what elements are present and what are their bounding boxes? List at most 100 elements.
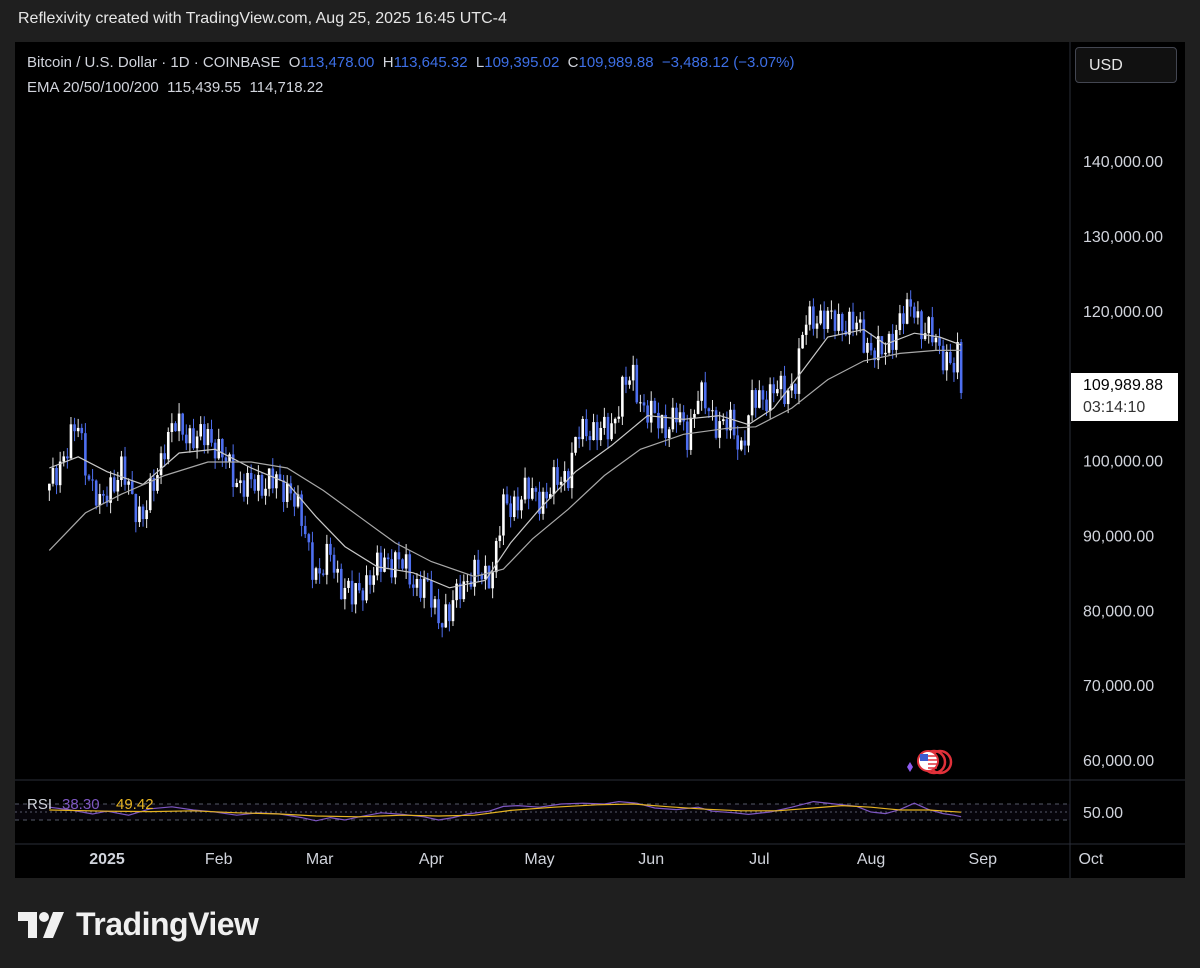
candle-body[interactable] xyxy=(750,390,754,416)
candle-body[interactable] xyxy=(685,421,689,450)
candle-body[interactable] xyxy=(592,422,595,441)
candle-body[interactable] xyxy=(585,418,588,437)
candle-body[interactable] xyxy=(815,323,819,329)
candle-body[interactable] xyxy=(703,382,707,409)
candle-body[interactable] xyxy=(174,423,177,432)
candle-body[interactable] xyxy=(76,427,80,432)
candle-body[interactable] xyxy=(206,429,210,446)
candle-body[interactable] xyxy=(80,427,84,434)
candle-body[interactable] xyxy=(599,427,603,441)
candle-body[interactable] xyxy=(761,390,765,400)
candle-body[interactable] xyxy=(484,565,487,580)
candle-body[interactable] xyxy=(812,306,815,329)
candle-body[interactable] xyxy=(675,407,678,423)
candle-body[interactable] xyxy=(383,557,386,572)
candle-body[interactable] xyxy=(649,400,653,423)
candle-body[interactable] xyxy=(433,599,437,608)
candle-body[interactable] xyxy=(732,409,736,436)
candle-body[interactable] xyxy=(372,575,375,585)
candle-body[interactable] xyxy=(588,436,592,441)
candle-body[interactable] xyxy=(210,429,213,443)
candle-body[interactable] xyxy=(66,456,69,459)
candle-body[interactable] xyxy=(898,313,902,331)
candle-body[interactable] xyxy=(260,474,264,496)
candle-body[interactable] xyxy=(386,557,390,560)
candle-body[interactable] xyxy=(754,390,758,408)
candle-body[interactable] xyxy=(159,453,163,476)
candle-body[interactable] xyxy=(130,481,134,494)
event-star-icon[interactable] xyxy=(907,762,913,772)
candle-body[interactable] xyxy=(350,580,354,605)
candle-body[interactable] xyxy=(314,568,318,580)
candle-body[interactable] xyxy=(73,424,76,432)
candle-body[interactable] xyxy=(912,306,916,318)
candle-body[interactable] xyxy=(808,306,812,325)
candle-body[interactable] xyxy=(783,375,786,405)
candle-body[interactable] xyxy=(512,496,516,518)
candle-body[interactable] xyxy=(87,475,91,480)
candle-body[interactable] xyxy=(192,428,195,449)
candle-body[interactable] xyxy=(822,310,826,329)
candle-body[interactable] xyxy=(801,334,804,349)
candle-body[interactable] xyxy=(307,534,311,543)
candle-body[interactable] xyxy=(758,390,761,408)
candle-body[interactable] xyxy=(714,410,718,438)
candle-body[interactable] xyxy=(267,468,271,489)
candle-body[interactable] xyxy=(48,483,51,491)
candle-body[interactable] xyxy=(397,552,401,560)
candle-body[interactable] xyxy=(98,493,102,506)
candle-body[interactable] xyxy=(949,351,952,363)
candle-body[interactable] xyxy=(69,424,73,459)
candle-body[interactable] xyxy=(332,554,336,573)
candle-body[interactable] xyxy=(577,436,581,440)
candle-body[interactable] xyxy=(707,408,711,412)
candle-body[interactable] xyxy=(711,410,714,412)
candle-body[interactable] xyxy=(84,433,87,476)
candle-body[interactable] xyxy=(430,580,433,608)
price-chart[interactable]: 140,000.00 130,000.00 120,000.00 100,000.00… xyxy=(15,42,1185,878)
candle-body[interactable] xyxy=(747,415,750,446)
candle-body[interactable] xyxy=(253,479,257,491)
candle-body[interactable] xyxy=(642,402,646,406)
candle-body[interactable] xyxy=(166,432,170,460)
candle-body[interactable] xyxy=(563,471,567,482)
candle-body[interactable] xyxy=(880,336,884,355)
candle-body[interactable] xyxy=(595,422,599,441)
candle-body[interactable] xyxy=(343,587,347,600)
chart-panel[interactable]: 140,000.00 130,000.00 120,000.00 100,000.00… xyxy=(15,42,1185,878)
candle-body[interactable] xyxy=(347,580,350,588)
candle-body[interactable] xyxy=(858,319,862,323)
candle-body[interactable] xyxy=(505,494,509,504)
candle-body[interactable] xyxy=(826,310,830,329)
candle-body[interactable] xyxy=(621,376,624,417)
candle-body[interactable] xyxy=(941,345,945,371)
candle-body[interactable] xyxy=(199,424,203,437)
candle-body[interactable] xyxy=(116,480,120,492)
candle-body[interactable] xyxy=(451,600,455,622)
candle-body[interactable] xyxy=(94,480,98,506)
candle-body[interactable] xyxy=(361,590,365,601)
candle-body[interactable] xyxy=(530,488,534,499)
candle-body[interactable] xyxy=(336,568,339,573)
candle-body[interactable] xyxy=(249,472,253,480)
candle-body[interactable] xyxy=(422,578,426,598)
candle-body[interactable] xyxy=(833,310,837,331)
candle-body[interactable] xyxy=(379,552,383,572)
candle-body[interactable] xyxy=(51,467,55,484)
candle-body[interactable] xyxy=(779,375,783,390)
candle-body[interactable] xyxy=(527,477,530,499)
candle-body[interactable] xyxy=(195,436,199,449)
candle-body[interactable] xyxy=(203,424,206,446)
candle-body[interactable] xyxy=(177,413,181,432)
candle-body[interactable] xyxy=(448,604,451,622)
candle-body[interactable] xyxy=(415,579,419,588)
candle-body[interactable] xyxy=(58,461,62,486)
candle-body[interactable] xyxy=(923,333,927,340)
candle-body[interactable] xyxy=(145,510,148,520)
candle-body[interactable] xyxy=(156,475,159,491)
candle-body[interactable] xyxy=(141,506,145,520)
candle-body[interactable] xyxy=(635,364,639,403)
candle-body[interactable] xyxy=(491,572,494,589)
candle-body[interactable] xyxy=(534,488,538,492)
candle-body[interactable] xyxy=(502,494,505,536)
